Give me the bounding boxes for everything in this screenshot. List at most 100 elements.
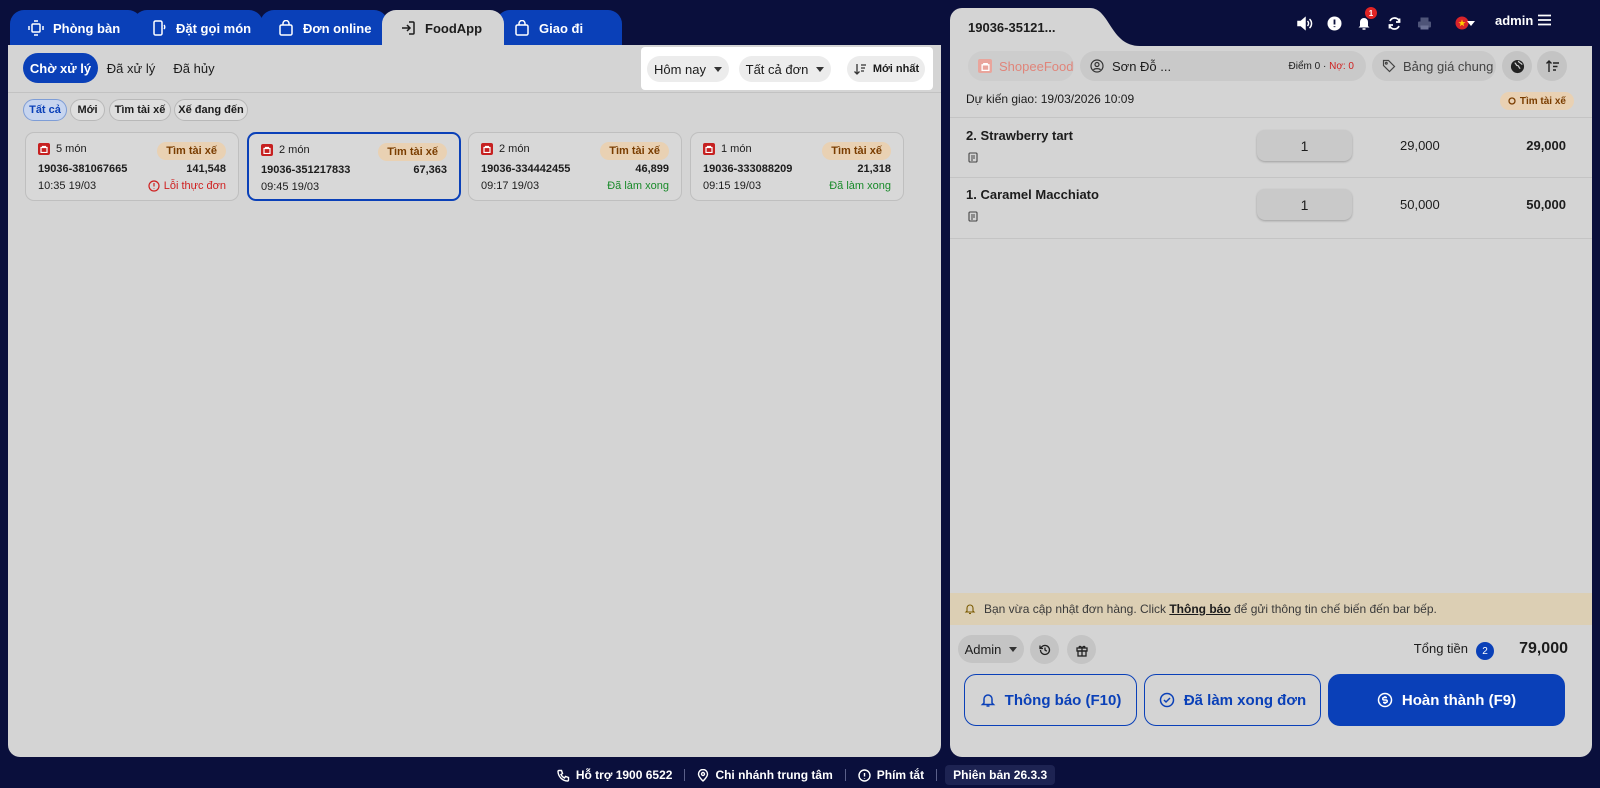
status-badge: Tìm tài xế [822,142,891,160]
branch-selector[interactable]: Chi nhánh trung tâm [685,768,844,782]
chip-find-driver[interactable]: Tìm tài xế [109,99,171,121]
item-price: 29,000 [1400,138,1440,153]
order-time: 09:17 19/03 [481,180,540,192]
chip-driver-coming[interactable]: Xế đang đến [174,99,248,121]
main-tabs: Phòng bàn Đặt gọi món Đơn online Giao đi… [10,10,640,46]
order-amount: 141,548 [186,163,226,175]
shopping-bag-icon [515,20,529,36]
status-badge: Tìm tài xế [600,142,669,160]
order-card[interactable]: 1 món Tìm tài xế 19036-333088209 21,318 … [690,132,904,201]
notify-link[interactable]: Thông báo [1169,602,1230,616]
chip-new[interactable]: Mới [70,99,105,121]
orders-toolbar: Chờ xử lý Đã xử lý Đã hủy Hôm nay Tất cả… [8,45,941,93]
mark-done-button[interactable]: Đã làm xong đơn [1144,674,1321,726]
orders-panel: Chờ xử lý Đã xử lý Đã hủy Hôm nay Tất cả… [8,45,941,757]
order-status: Lỗi thực đơn [148,180,226,192]
note-icon[interactable] [968,211,978,222]
sync-button[interactable] [1385,14,1403,32]
shopeefood-logo-icon [481,143,493,155]
order-code: 19036-333088209 [703,163,793,175]
footer-divider [936,769,938,781]
gift-button[interactable] [1067,635,1096,664]
alert-circle-icon [1327,16,1341,30]
tab-da-xu-ly[interactable]: Đã xử lý [100,53,162,83]
order-amount: 46,899 [635,163,669,175]
notification-count-badge: 1 [1365,7,1377,19]
shortcuts-link[interactable]: Phím tắt [846,768,936,782]
sort-items-button[interactable] [1537,51,1567,81]
login-arrow-icon [402,21,415,35]
location-pin-icon [698,768,709,782]
status-badge: Tìm tài xế [378,143,447,161]
order-filter-dropdown[interactable]: Tất cả đơn [739,56,831,82]
notify-button[interactable]: Thông báo (F10) [964,674,1137,726]
bell-icon [980,694,995,707]
menu-button[interactable] [1538,14,1551,26]
total-count-badge: 2 [1476,642,1494,660]
caret-down-icon [714,66,723,72]
date-filter-dropdown[interactable]: Hôm nay [647,56,729,82]
support-link[interactable]: Hỗ trợ 1900 6522 [545,768,685,782]
status-badge: Tìm tài xế [157,142,226,160]
gift-icon [1075,645,1088,657]
user-menu[interactable]: admin [1495,13,1533,28]
update-notice: Bạn vừa cập nhật đơn hàng. Click Thông b… [950,593,1592,625]
sync-icon [1388,16,1400,30]
quantity-field[interactable]: 1 [1257,130,1352,161]
tab-don-online[interactable]: Đơn online [260,10,388,46]
notifications-button[interactable]: 1 [1355,7,1377,32]
detail-tab-title[interactable]: 19036-35121... [950,8,1073,46]
globe-button[interactable] [1502,51,1532,81]
item-total: 29,000 [1526,138,1566,153]
order-amount: 67,363 [413,164,447,176]
print-button[interactable] [1415,14,1433,32]
tab-foodapp[interactable]: FoodApp [382,10,504,46]
order-code: 19036-334442455 [481,163,571,175]
history-icon [1038,644,1050,655]
order-item-row[interactable]: 2. Strawberry tart 1 29,000 29,000 [950,117,1592,178]
order-card[interactable]: 2 món Tìm tài xế 19036-334442455 46,899 … [468,132,682,201]
staff-dropdown[interactable]: Admin [958,635,1024,663]
order-time: 09:15 19/03 [703,180,762,192]
order-item-row[interactable]: 1. Caramel Macchiato 1 50,000 50,000 [950,178,1592,239]
tab-cho-xu-ly[interactable]: Chờ xử lý [23,53,98,83]
tab-phong-ban[interactable]: Phòng bàn [10,10,142,46]
item-price: 50,000 [1400,197,1440,212]
order-status: Đã làm xong [829,180,891,192]
order-card[interactable]: 5 món Tìm tài xế 19036-381067665 141,548… [25,132,239,201]
note-icon[interactable] [968,152,978,163]
sort-button[interactable]: Mới nhất [847,56,925,82]
total-label: Tổng tiền [1413,641,1468,656]
caret-down-icon [1467,21,1475,26]
volume-button[interactable] [1295,14,1313,32]
eta-status-badge: Tìm tài xế [1499,92,1574,110]
tab-dat-goi-mon[interactable]: Đặt gọi món [133,10,263,46]
status-dot-icon [1508,97,1516,105]
source-shopeefood[interactable]: ShopeeFood [968,51,1074,81]
quantity-field[interactable]: 1 [1257,189,1352,220]
order-time: 10:35 19/03 [38,180,97,192]
order-time: 09:45 19/03 [261,181,320,193]
item-name: 1. Caramel Macchiato [966,187,1099,202]
order-amount: 21,318 [857,163,891,175]
alert-button[interactable] [1325,14,1343,32]
info-circle-icon [858,768,871,782]
price-list-selector[interactable]: Bảng giá chung [1372,51,1496,81]
dining-table-icon [28,20,44,36]
shopeefood-logo-icon [978,59,992,73]
caret-down-icon [816,66,825,72]
customer-selector[interactable]: Sơn Đỗ ... Điểm 0 · Nợ: 0 [1080,51,1366,81]
language-selector[interactable] [1447,14,1477,32]
filter-group: Hôm nay Tất cả đơn Mới nhất [641,47,933,90]
sort-items-icon [1545,59,1559,72]
printer-icon [1417,17,1431,29]
footer-bar: Hỗ trợ 1900 6522 Chi nhánh trung tâm Phí… [0,762,1600,788]
order-card-selected[interactable]: 2 món Tìm tài xế 19036-351217833 67,363 … [247,132,461,201]
tab-giao-di[interactable]: Giao đi [496,10,622,46]
history-button[interactable] [1030,635,1059,664]
tab-da-huy[interactable]: Đã hủy [166,53,222,83]
sort-descending-icon [853,64,866,75]
complete-button[interactable]: Hoàn thành (F9) [1328,674,1565,726]
order-detail-panel: 19036-35121... ShopeeFood Sơn Đỗ ... Điể… [950,8,1592,757]
chip-all[interactable]: Tất cả [23,99,67,121]
